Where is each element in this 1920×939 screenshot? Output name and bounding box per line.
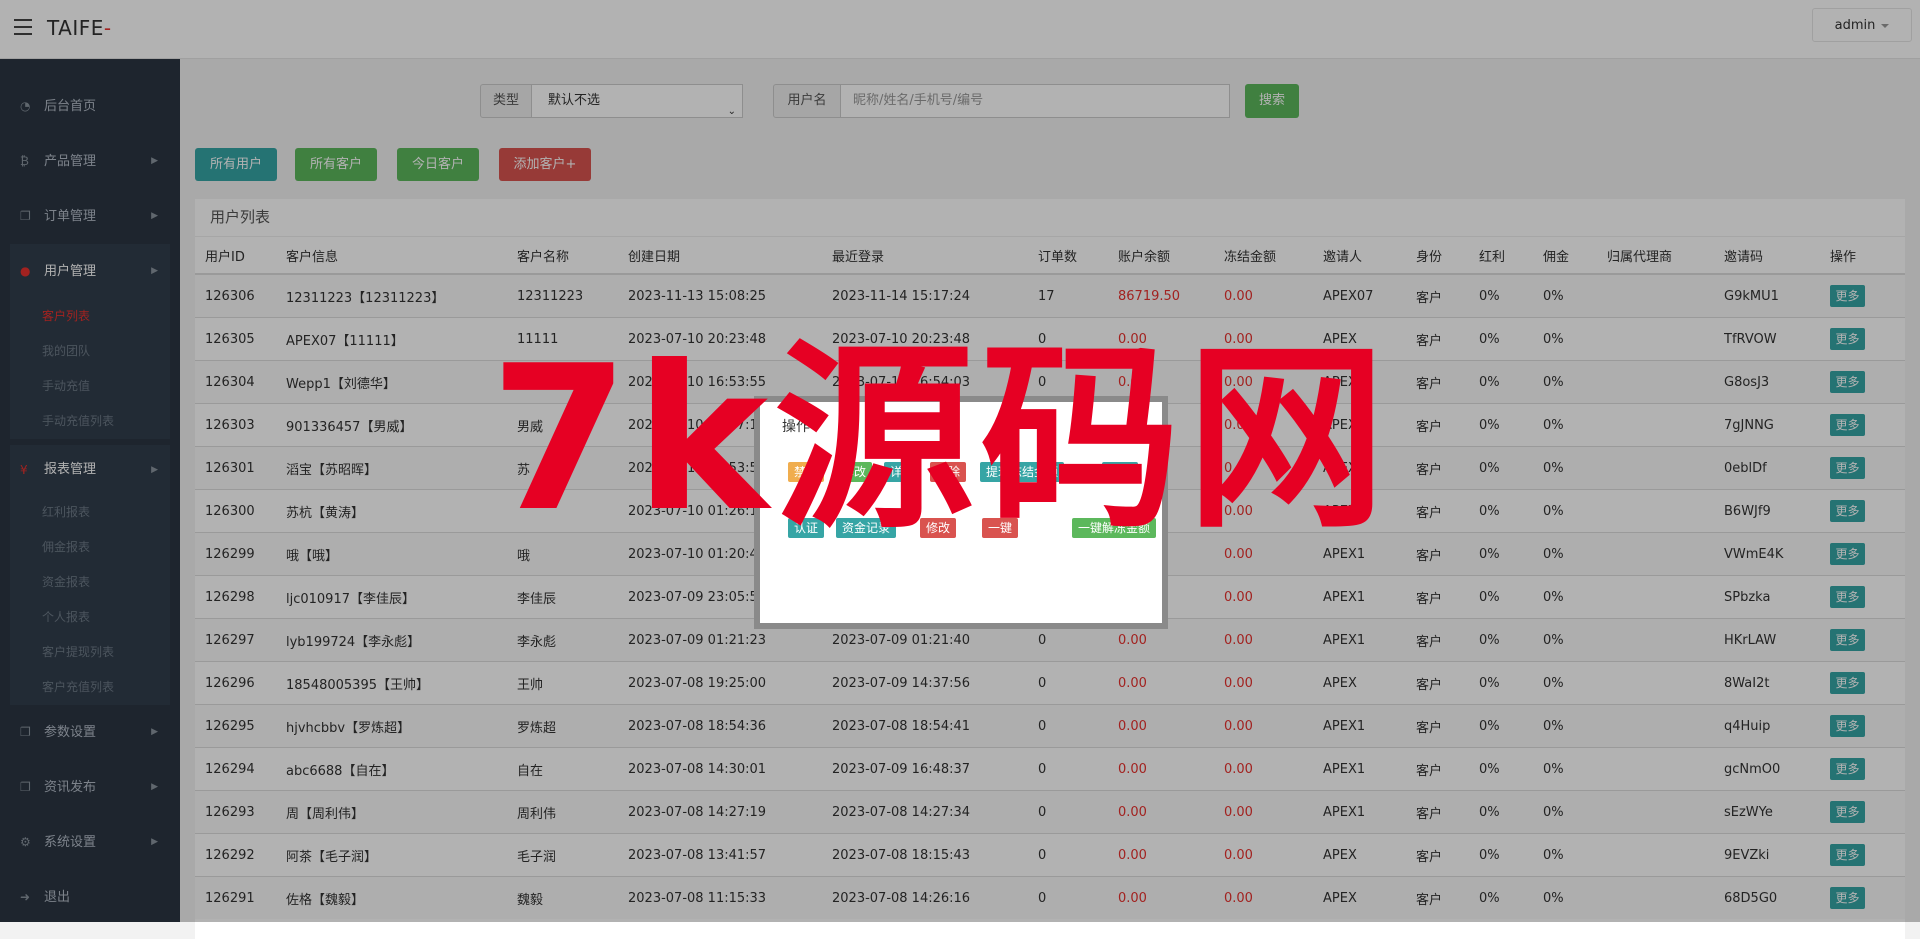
watermark-text: 7k源码网	[490, 323, 1393, 556]
